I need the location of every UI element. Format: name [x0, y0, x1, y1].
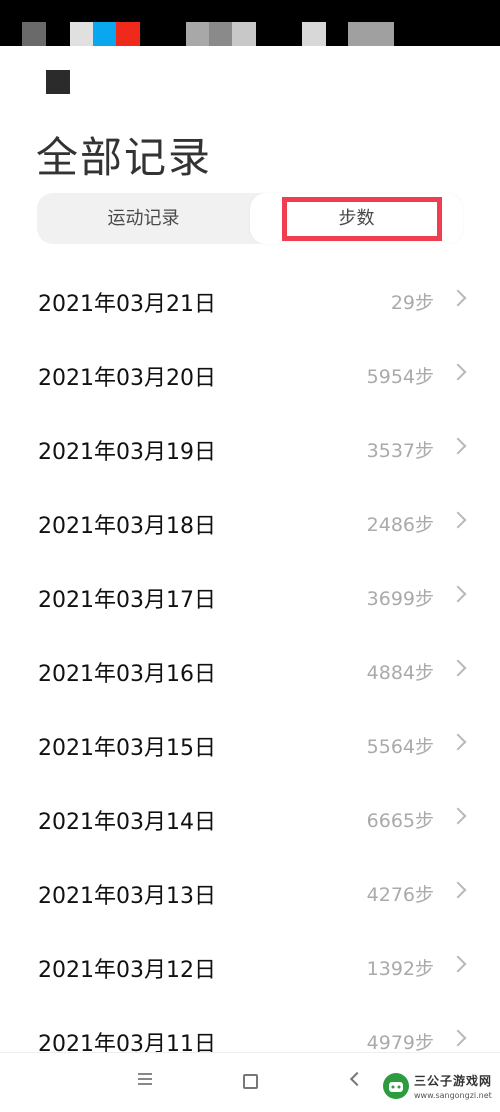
watermark-logo-icon — [383, 1073, 409, 1099]
list-item[interactable]: 2021年03月17日 3699步 — [0, 560, 500, 634]
watermark-name: 三公子游戏网 — [414, 1074, 493, 1088]
menu-icon[interactable] — [138, 1073, 152, 1085]
records-list: 2021年03月21日 29步 2021年03月20日 5954步 2021年03月… — [0, 264, 500, 1078]
record-steps: 5954步 — [366, 366, 434, 388]
list-item[interactable]: 2021年03月16日 4884步 — [0, 634, 500, 708]
status-block — [348, 22, 394, 46]
watermark: 三公子游戏网 www.sangongzi.net — [378, 1064, 500, 1111]
list-item[interactable]: 2021年03月21日 29步 — [0, 264, 500, 338]
record-steps: 5564步 — [366, 736, 434, 758]
tab-workout-records[interactable]: 运动记录 — [37, 193, 250, 244]
record-steps: 4276步 — [366, 884, 434, 906]
record-date: 2021年03月16日 — [38, 662, 216, 687]
record-steps: 29步 — [390, 292, 434, 314]
record-date: 2021年03月13日 — [38, 884, 216, 909]
record-date: 2021年03月21日 — [38, 292, 216, 317]
record-steps: 4979步 — [366, 1032, 434, 1054]
status-block — [93, 22, 117, 46]
record-date: 2021年03月12日 — [38, 958, 216, 983]
list-item[interactable]: 2021年03月15日 5564步 — [0, 708, 500, 782]
status-block — [22, 22, 46, 46]
page-title: 全部记录 — [36, 133, 213, 182]
status-block — [232, 22, 256, 46]
status-block — [302, 22, 326, 46]
record-date: 2021年03月19日 — [38, 440, 216, 465]
status-block — [209, 22, 233, 46]
chevron-right-icon — [449, 585, 467, 603]
record-date: 2021年03月18日 — [38, 514, 216, 539]
chevron-right-icon — [449, 807, 467, 825]
chevron-right-icon — [449, 955, 467, 973]
home-icon[interactable] — [243, 1074, 258, 1089]
status-block — [116, 22, 140, 46]
chevron-right-icon — [449, 437, 467, 455]
chevron-right-icon — [449, 511, 467, 529]
record-date: 2021年03月20日 — [38, 366, 216, 391]
record-steps: 1392步 — [366, 958, 434, 980]
record-date: 2021年03月15日 — [38, 736, 216, 761]
record-date: 2021年03月17日 — [38, 588, 216, 613]
back-arrow-icon[interactable] — [349, 1071, 365, 1087]
highlight-box — [282, 197, 442, 241]
chevron-right-icon — [449, 733, 467, 751]
record-steps: 3537步 — [366, 440, 434, 462]
status-block — [70, 22, 94, 46]
list-item[interactable]: 2021年03月12日 1392步 — [0, 930, 500, 1004]
list-item[interactable]: 2021年03月14日 6665步 — [0, 782, 500, 856]
status-block — [186, 22, 210, 46]
chevron-right-icon — [449, 363, 467, 381]
record-steps: 4884步 — [366, 662, 434, 684]
record-steps: 2486步 — [366, 514, 434, 536]
chevron-right-icon — [449, 659, 467, 677]
chevron-right-icon — [449, 289, 467, 307]
back-icon[interactable] — [46, 70, 70, 94]
chevron-right-icon — [449, 1029, 467, 1047]
list-item[interactable]: 2021年03月13日 4276步 — [0, 856, 500, 930]
list-item[interactable]: 2021年03月18日 2486步 — [0, 486, 500, 560]
watermark-url: www.sangongzi.net — [414, 1091, 492, 1100]
record-date: 2021年03月14日 — [38, 810, 216, 835]
record-steps: 3699步 — [366, 588, 434, 610]
record-steps: 6665步 — [366, 810, 434, 832]
list-item[interactable]: 2021年03月19日 3537步 — [0, 412, 500, 486]
status-bar — [0, 0, 500, 46]
chevron-right-icon — [449, 881, 467, 899]
list-item[interactable]: 2021年03月20日 5954步 — [0, 338, 500, 412]
